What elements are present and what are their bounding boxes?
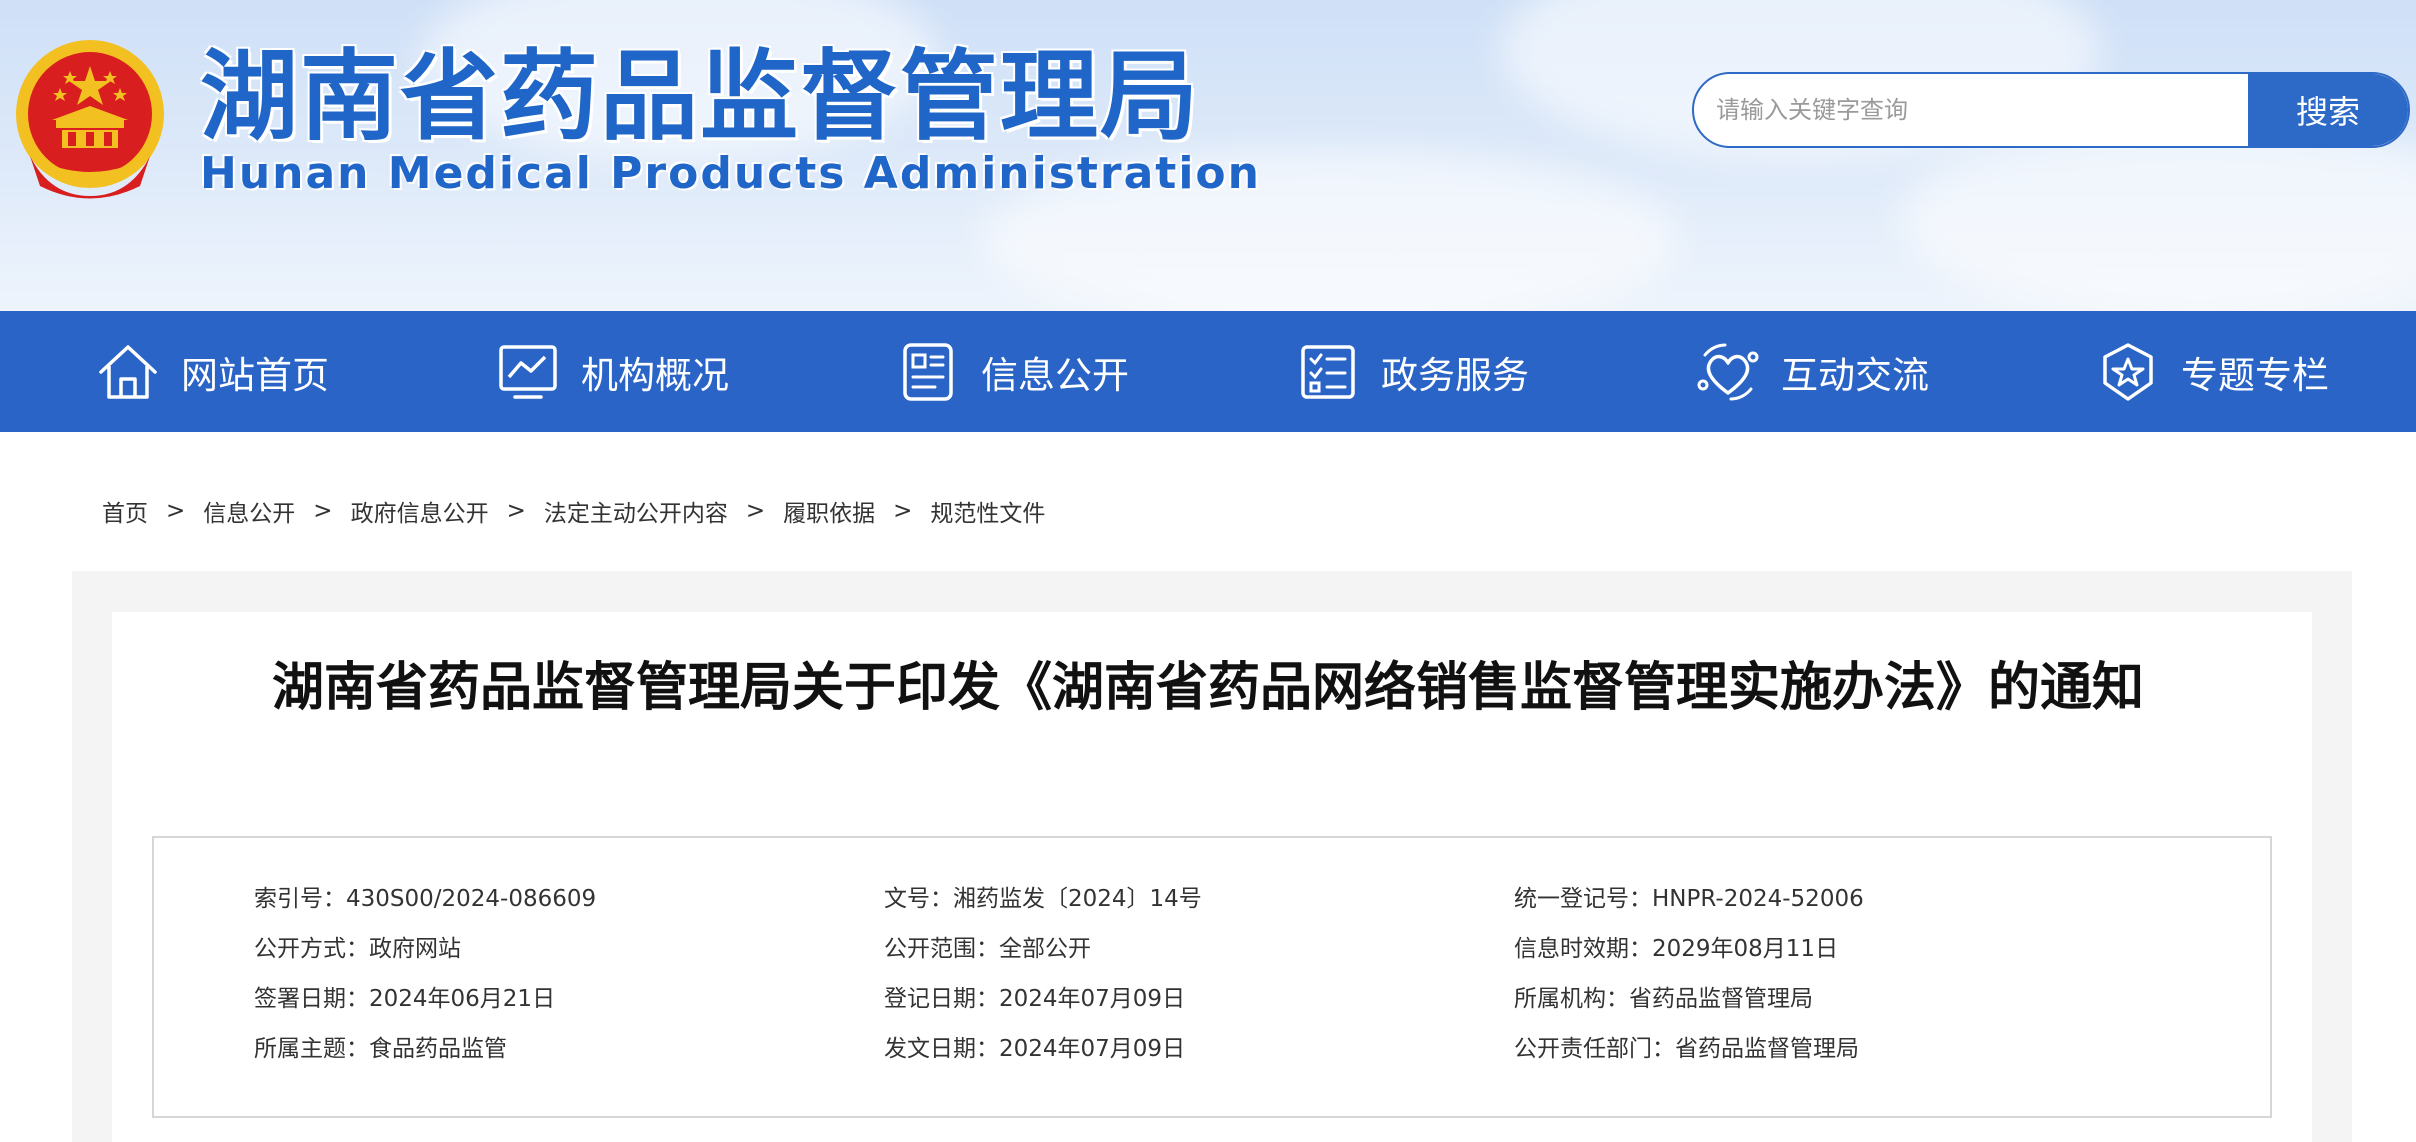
meta-topic: 所属主题：食品药品监管 xyxy=(254,1036,507,1062)
breadcrumb-link[interactable]: 信息公开 xyxy=(203,494,295,528)
nav-item-info-public[interactable]: 信息公开 xyxy=(895,311,1295,432)
breadcrumb-link[interactable]: 法定主动公开内容 xyxy=(544,494,728,528)
nav-label: 机构概况 xyxy=(581,353,729,397)
search-bar: 搜索 xyxy=(1692,72,2410,148)
nav-label: 信息公开 xyxy=(981,353,1129,397)
nav-label: 网站首页 xyxy=(181,353,329,397)
nav-item-services[interactable]: 政务服务 xyxy=(1295,311,1695,432)
breadcrumb-link[interactable]: 规范性文件 xyxy=(930,494,1045,528)
nav-label: 政务服务 xyxy=(1381,353,1529,397)
breadcrumb-separator: > xyxy=(745,498,766,524)
nav-item-interaction[interactable]: 互动交流 xyxy=(1695,311,2095,432)
meta-publish-method: 公开方式：政府网站 xyxy=(254,936,461,962)
nav-item-home[interactable]: 网站首页 xyxy=(95,311,495,432)
breadcrumb-separator: > xyxy=(893,498,913,524)
star-badge-icon xyxy=(2103,342,2153,401)
national-emblem-icon[interactable] xyxy=(10,36,170,206)
home-icon xyxy=(99,344,157,399)
search-input[interactable] xyxy=(1694,74,2250,146)
meta-register-date: 登记日期：2024年07月09日 xyxy=(884,986,1186,1012)
meta-issue-date: 发文日期：2024年07月09日 xyxy=(884,1036,1186,1062)
breadcrumb-separator: > xyxy=(506,498,526,524)
meta-sign-date: 签署日期：2024年06月21日 xyxy=(254,986,556,1012)
breadcrumb-separator: > xyxy=(166,498,186,524)
chart-monitor-icon xyxy=(499,344,557,399)
checklist-icon xyxy=(1301,344,1355,399)
meta-dept: 公开责任部门：省药品监督管理局 xyxy=(1514,1036,1859,1062)
breadcrumb-link[interactable]: 政府信息公开 xyxy=(351,494,489,528)
article-title: 湖南省药品监督管理局关于印发《湖南省药品网络销售监督管理实施办法》的通知 xyxy=(271,658,2144,718)
site-header: 湖南省药品监督管理局 Hunan Medical Products Admini… xyxy=(0,0,2416,311)
main-nav: 网站首页 机构概况 信息公开 政务服务 互动交流 专题专栏 xyxy=(0,311,2416,432)
site-title: 湖南省药品监督管理局 xyxy=(200,40,1201,154)
search-button[interactable]: 搜索 xyxy=(2248,74,2408,146)
nav-label: 互动交流 xyxy=(1781,353,1929,397)
nav-label: 专题专栏 xyxy=(2181,353,2329,397)
meta-index-no: 索引号：430S00/2024-086609 xyxy=(254,886,597,912)
nav-item-topics[interactable]: 专题专栏 xyxy=(2095,311,2329,432)
document-meta-table: 索引号：430S00/2024-086609 文号：湘药监发〔2024〕14号 … xyxy=(152,836,2272,1118)
meta-validity: 信息时效期：2029年08月11日 xyxy=(1514,936,1839,962)
heart-chat-icon xyxy=(1697,343,1759,400)
site-title-english: Hunan Medical Products Administration xyxy=(200,148,1261,199)
breadcrumb-link[interactable]: 首页 xyxy=(102,494,148,528)
document-list-icon xyxy=(903,342,953,401)
meta-reg-no: 统一登记号：HNPR-2024-52006 xyxy=(1514,886,1864,912)
breadcrumb-link[interactable]: 履职依据 xyxy=(783,494,875,528)
header-cloud xyxy=(1900,120,2416,311)
breadcrumb-separator: > xyxy=(313,498,333,524)
nav-item-about[interactable]: 机构概况 xyxy=(495,311,895,432)
meta-publish-scope: 公开范围：全部公开 xyxy=(884,936,1091,962)
meta-doc-no: 文号：湘药监发〔2024〕14号 xyxy=(884,886,1202,912)
meta-org: 所属机构：省药品监督管理局 xyxy=(1514,986,1813,1012)
breadcrumb: 首页 > 信息公开 > 政府信息公开 > 法定主动公开内容 > 履职依据 > 规… xyxy=(102,494,1045,528)
